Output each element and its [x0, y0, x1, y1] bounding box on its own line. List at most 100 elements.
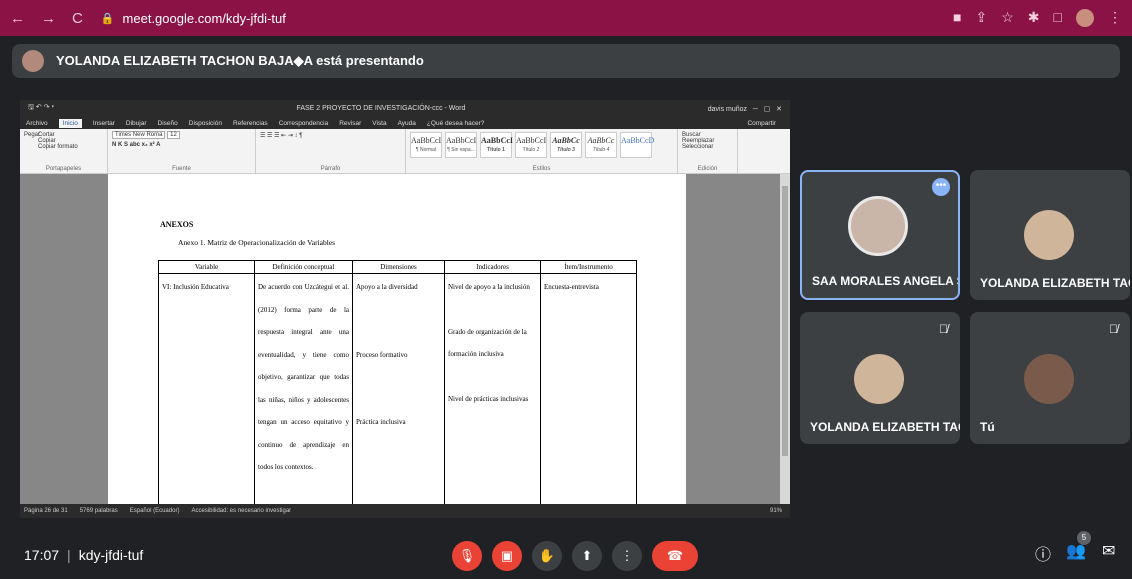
bookmark-star-icon[interactable]: ☆: [1001, 9, 1014, 27]
word-share[interactable]: Compartir: [747, 120, 776, 127]
meeting-toolbar: 17:07 | kdy-jfdi-tuf 🎙 ▣ ✋ ⬆ ⋮ ☎ ⓘ 👥 5 ✉: [0, 531, 1132, 579]
table-cell-variable: VI: Inclusión Educativa: [158, 273, 255, 510]
table-cell-instrument: Encuesta-entrevista: [540, 273, 637, 510]
participant-tile[interactable]: ••• SAA MORALES ANGELA SE...: [800, 170, 960, 300]
window-icon[interactable]: □: [1054, 9, 1062, 27]
font-label: Fuente: [172, 166, 191, 172]
dimension: Proceso formativo: [356, 350, 408, 359]
chat-icon[interactable]: ✉: [1102, 541, 1115, 561]
menu-icon[interactable]: ⋮: [1108, 9, 1122, 27]
dimension: Práctica inclusiva: [356, 418, 406, 426]
style-no-spacing[interactable]: AaBbCcI ¶ Sin espa...: [445, 132, 477, 158]
presenter-avatar: [22, 50, 44, 72]
word-tab[interactable]: Ayuda: [398, 120, 416, 127]
word-tab-active[interactable]: Inicio: [58, 118, 82, 128]
variables-table: Variable Definición conceptual Dimension…: [158, 260, 637, 510]
table-header: Indicadores: [444, 260, 541, 274]
reload-icon[interactable]: C: [72, 10, 83, 27]
meeting-details-icon[interactable]: ⓘ: [1035, 541, 1051, 565]
participant-avatar: [854, 354, 904, 404]
paragraph-icons[interactable]: ☰ ☰ ☰ ⇤ ⇥ ↕ ¶: [260, 132, 401, 139]
indicator: Nivel de apoyo a la inclusión: [448, 283, 530, 291]
editing-group: Buscar Reemplazar Seleccionar Edición: [678, 129, 738, 173]
participant-avatar: [1024, 210, 1074, 260]
lock-icon: 🔒: [100, 12, 115, 25]
meeting-info: 17:07 | kdy-jfdi-tuf: [24, 547, 144, 563]
style-title[interactable]: AaBbCcD: [620, 132, 654, 158]
end-call-button[interactable]: ☎: [652, 541, 698, 571]
font-size-select[interactable]: 12: [167, 131, 180, 139]
paragraph-group: ☰ ☰ ☰ ⇤ ⇥ ↕ ¶ Párrafo: [256, 129, 406, 173]
zoom-level[interactable]: 91%: [770, 508, 782, 514]
word-title-bar: 🖫 ↶ ↷ ▾ FASE 2 PROYECTO DE INVESTIGACIÓN…: [20, 100, 790, 117]
style-heading-4[interactable]: AaBbCc Título 4: [585, 132, 617, 158]
word-ribbon: Pegar Cortar Copiar Copiar formato Porta…: [20, 129, 790, 174]
clipboard-label: Portapapeles: [45, 166, 82, 172]
more-options-button[interactable]: ⋮: [612, 541, 642, 571]
quick-access-icons: 🖫 ↶ ↷ ▾: [28, 104, 55, 111]
style-normal[interactable]: AaBbCcI ¶ Normal: [410, 132, 442, 158]
word-tab[interactable]: Vista: [372, 120, 386, 127]
browser-bar: ← → C 🔒 meet.google.com/kdy-jfdi-tuf ■ ⇪…: [0, 0, 1132, 36]
clock: 17:07: [24, 547, 60, 563]
participant-name: YOLANDA ELIZABETH TAC...: [810, 420, 960, 434]
camera-indicator-icon[interactable]: ■: [953, 9, 961, 27]
table-header: Dimensiones: [352, 260, 445, 274]
format-painter-button[interactable]: Copiar formato: [38, 144, 78, 150]
address-bar[interactable]: 🔒 meet.google.com/kdy-jfdi-tuf: [101, 5, 1006, 31]
indicator: Grado de organización de la formación in…: [448, 327, 527, 359]
participant-avatar: [848, 196, 908, 256]
raise-hand-button[interactable]: ✋: [532, 541, 562, 571]
more-options-icon[interactable]: •••: [932, 178, 950, 196]
browser-nav: ← → C: [10, 10, 83, 27]
word-tab[interactable]: Disposición: [189, 120, 222, 127]
mic-off-button[interactable]: 🎙: [452, 541, 482, 571]
style-heading-2[interactable]: AaBbCcI Título 2: [515, 132, 547, 158]
word-doc-title: FASE 2 PROYECTO DE INVESTIGACIÓN-ccc - W…: [296, 105, 466, 112]
forward-icon[interactable]: →: [41, 10, 56, 27]
style-heading-3[interactable]: AaBbCc Título 3: [550, 132, 582, 158]
call-controls: 🎙 ▣ ✋ ⬆ ⋮ ☎: [452, 541, 698, 571]
word-tab[interactable]: Referencias: [233, 120, 268, 127]
styles-group: AaBbCcI ¶ Normal AaBbCcI ¶ Sin espa... AaB…: [406, 129, 678, 173]
word-tab[interactable]: Dibujar: [126, 120, 147, 127]
annex-heading: ANEXOS: [160, 220, 194, 229]
font-name-select[interactable]: Times New Roma: [112, 131, 166, 139]
table-header: Definición conceptual: [254, 260, 353, 274]
participant-avatar: [1024, 354, 1074, 404]
extensions-icon[interactable]: ✱: [1028, 9, 1040, 27]
font-format-icons[interactable]: N K S abc x₂ x² A: [112, 142, 251, 148]
paragraph-label: Párrafo: [320, 166, 341, 172]
dimension: Apoyo a la diversidad: [356, 283, 418, 291]
word-tab[interactable]: Insertar: [93, 120, 115, 127]
camera-off-button[interactable]: ▣: [492, 541, 522, 571]
select-button[interactable]: Seleccionar: [682, 144, 733, 150]
word-status-bar: Página 26 de 31 5769 palabras Español (E…: [20, 504, 790, 518]
word-count: 5769 palabras: [79, 508, 118, 514]
indicator: Nivel de prácticas inclusivas: [448, 394, 529, 403]
profile-avatar[interactable]: [1076, 9, 1094, 27]
document-canvas: ANEXOS Anexo 1. Matriz de Operacionaliza…: [20, 174, 790, 510]
participant-name: YOLANDA ELIZABETH TAC...: [980, 276, 1130, 290]
document-scrollbar[interactable]: [780, 174, 790, 504]
style-heading-1[interactable]: AaBbCcI Título 1: [480, 132, 513, 158]
participant-tile[interactable]: 🎙̸ Tú: [970, 312, 1130, 444]
present-button[interactable]: ⬆: [572, 541, 602, 571]
participant-tile[interactable]: 🎙̸ YOLANDA ELIZABETH TAC...: [800, 312, 960, 444]
word-tab[interactable]: Diseño: [158, 120, 178, 127]
accessibility-status: Accesibilidad: es necesario investigar: [191, 508, 292, 514]
editing-label: Edición: [697, 166, 718, 172]
word-tab[interactable]: Archivo: [26, 120, 48, 127]
people-count-badge: 5: [1077, 531, 1091, 545]
word-search-tab[interactable]: ¿Qué desea hacer?: [427, 120, 484, 127]
back-icon[interactable]: ←: [10, 10, 25, 27]
participant-name: SAA MORALES ANGELA SE...: [812, 274, 958, 288]
participant-tile[interactable]: YOLANDA ELIZABETH TAC...: [970, 170, 1130, 300]
word-tab[interactable]: Revisar: [339, 120, 361, 127]
word-tab[interactable]: Correspondencia: [279, 120, 329, 127]
table-cell-indicators: Nivel de apoyo a la inclusión Grado de o…: [444, 273, 541, 510]
word-user: davis muñoz: [707, 105, 748, 113]
presenting-banner: YOLANDA ELIZABETH TACHON BAJA◆A está pre…: [12, 44, 1120, 78]
share-icon[interactable]: ⇪: [976, 9, 988, 27]
document-page[interactable]: ANEXOS Anexo 1. Matriz de Operacionaliza…: [108, 174, 686, 510]
